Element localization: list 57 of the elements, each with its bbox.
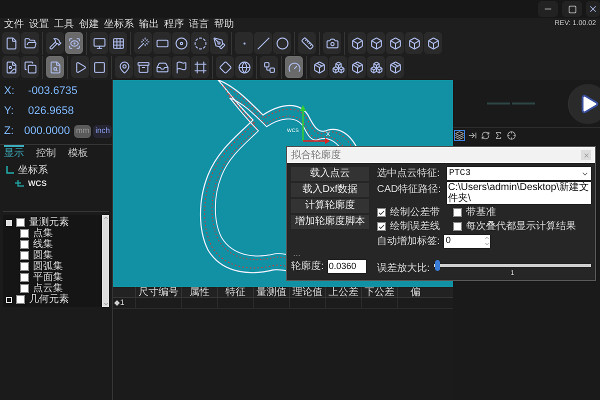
column-header[interactable]: 偏 <box>397 287 433 297</box>
dialog-button[interactable]: 载入Dxf数据 <box>291 183 369 197</box>
checkbox-label[interactable]: 带基准 <box>466 207 496 218</box>
field-label: 选中点云特征: <box>377 166 441 181</box>
path-input-field[interactable]: C:\Users\admin\Desktop\新建文件夹\ <box>447 182 591 204</box>
field-label: 误差放大比: <box>377 262 430 276</box>
checkbox-label[interactable]: 绘制误差线 <box>390 221 440 232</box>
dialog-button[interactable]: 计算轮廓度 <box>291 199 369 213</box>
tree-item[interactable]: 点云集 <box>33 283 63 294</box>
column-header[interactable]: 特征 <box>217 287 253 297</box>
column-header[interactable]: 理论值 <box>289 287 325 297</box>
coordinate-value: 000.0000 <box>24 124 70 139</box>
coordinate-value: 026.9658 <box>28 104 74 119</box>
ellipsis-text: ... <box>292 249 302 258</box>
dialog-button[interactable]: 载入点云 <box>291 167 369 181</box>
column-header[interactable]: 下公差 <box>361 287 397 297</box>
menu-item[interactable]: 文件 <box>4 18 24 30</box>
panel-tab[interactable]: 模板 <box>68 145 88 159</box>
panel-tab[interactable]: 控制 <box>36 145 56 159</box>
menu-item[interactable]: 输出 <box>139 18 159 30</box>
menu-item[interactable]: 程序 <box>164 18 184 30</box>
tree-item[interactable]: 圆集 <box>33 250 53 261</box>
column-header[interactable]: 量测值 <box>253 287 289 297</box>
row-number: 1 <box>120 297 124 309</box>
menu-item[interactable]: 创建 <box>79 18 99 30</box>
axis-label: Z: <box>4 124 15 139</box>
column-header[interactable]: 上公差 <box>325 287 361 297</box>
menu-item[interactable]: 帮助 <box>214 18 234 30</box>
tree-item[interactable]: 坐标系 <box>18 165 48 176</box>
column-header[interactable]: 尺寸编号 <box>135 287 181 297</box>
field-label: 轮廓度: <box>291 260 324 274</box>
field-label: 自动增加标签: <box>377 234 440 248</box>
axis-label: X: <box>4 84 16 99</box>
panel-tab[interactable]: 显示 <box>4 145 24 159</box>
axis-label: Y: <box>4 104 15 119</box>
checkbox-label[interactable]: 绘制公差带 <box>390 207 440 218</box>
checkbox-label[interactable]: 每次叠代都显示计算结果 <box>466 221 576 232</box>
menu-item[interactable]: 坐标系 <box>104 18 134 30</box>
coordinate-value: -003.6735 <box>28 84 78 99</box>
menu-item[interactable]: 设置 <box>29 18 49 30</box>
tree-item[interactable]: 线集 <box>33 239 53 250</box>
menu-item[interactable]: 语言 <box>189 18 209 30</box>
column-header[interactable]: 属性 <box>181 287 217 297</box>
dialog-title: 拟合轮廓度 <box>291 148 341 162</box>
tree-item[interactable]: 几何元素 <box>29 294 69 305</box>
tree-item[interactable]: 圆弧集 <box>33 261 63 272</box>
dialog-button[interactable]: 增加轮廓度脚本 <box>291 215 369 229</box>
tree-item[interactable]: 量测元素 <box>29 217 69 228</box>
field-label: CAD特征路径: <box>377 182 442 197</box>
label-spinner[interactable]: 0 <box>444 234 490 248</box>
unit-toggle[interactable]: inch <box>93 124 112 138</box>
tree-item[interactable]: 平面集 <box>33 272 63 283</box>
feature-dropdown[interactable]: PTC3 <box>447 167 591 180</box>
tree-item[interactable]: 点集 <box>33 228 53 239</box>
profile-value-field[interactable]: 0.0360 <box>328 260 366 273</box>
tree-item[interactable]: WCS <box>28 179 47 189</box>
menu-item[interactable]: 工具 <box>54 18 74 30</box>
